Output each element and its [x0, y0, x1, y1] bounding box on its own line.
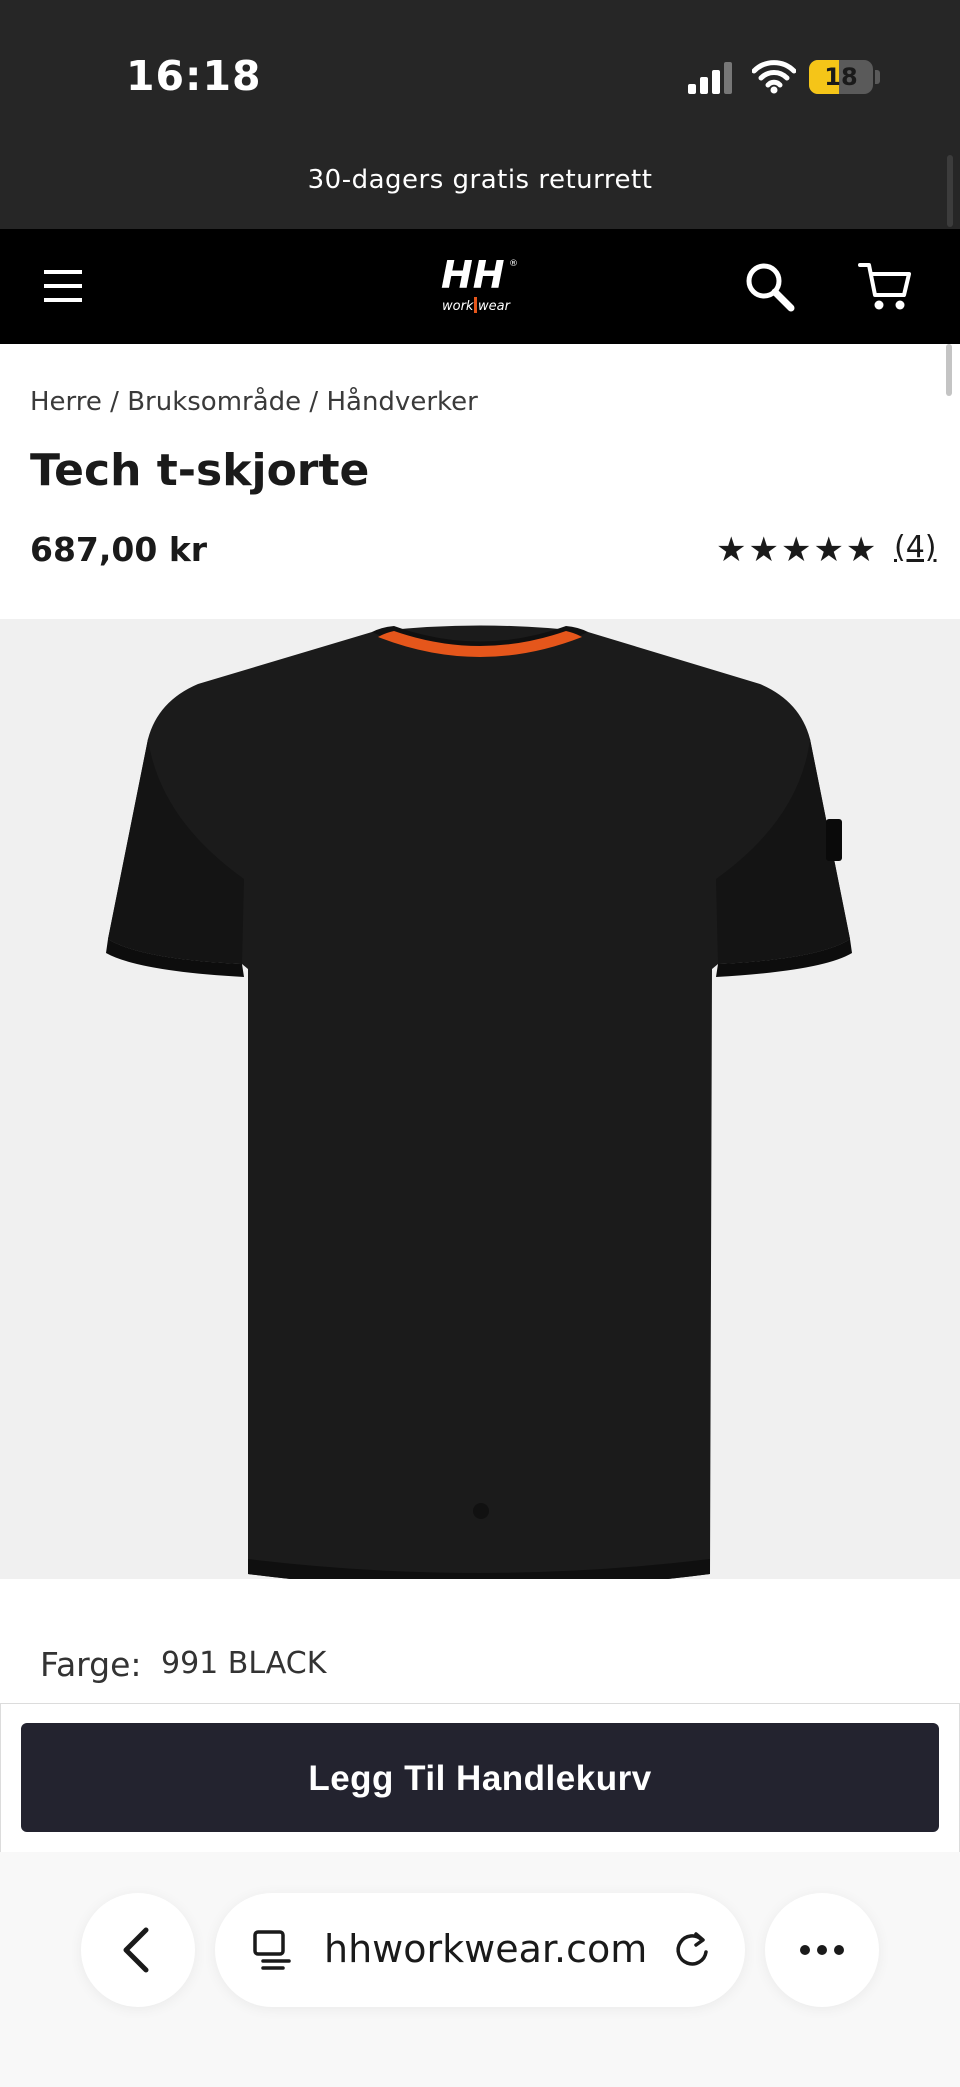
wifi-icon — [752, 60, 796, 94]
breadcrumb-separator: / — [101, 387, 128, 417]
search-icon[interactable] — [740, 259, 800, 315]
battery-icon: 18 — [809, 60, 873, 94]
svg-text:wear: wear — [478, 299, 512, 314]
breadcrumb-separator: / — [301, 387, 327, 417]
rating-stars[interactable]: ★★★★★ — [716, 530, 878, 570]
page-menu-icon — [253, 1930, 291, 1970]
product-image[interactable] — [0, 619, 960, 1589]
breadcrumb-item-handverker[interactable]: Håndverker — [326, 387, 477, 417]
svg-text:HH: HH — [441, 254, 505, 297]
battery-cap — [875, 70, 880, 84]
page-scrollbar[interactable] — [946, 344, 952, 396]
breadcrumb: Herre / Bruksområde / Håndverker — [30, 387, 478, 417]
product-title: Tech t-skjorte — [30, 445, 370, 496]
hh-workwear-logo[interactable]: HH ® work wear — [430, 254, 530, 318]
reviews-count-link[interactable]: (4) — [894, 530, 937, 565]
chevron-left-icon — [123, 1927, 149, 1973]
svg-text:®: ® — [509, 259, 518, 269]
url-text[interactable]: hhworkwear.com — [324, 1927, 647, 1971]
product-price: 687,00 kr — [30, 530, 208, 569]
site-header: HH ® work wear — [0, 229, 960, 344]
black-t-shirt-image — [106, 625, 852, 1589]
browser-more-button[interactable] — [765, 1893, 879, 2007]
add-to-cart-button[interactable]: Legg Til Handlekurv — [21, 1723, 939, 1832]
reload-icon[interactable] — [668, 1926, 716, 1974]
color-value: 991 BLACK — [161, 1646, 327, 1681]
breadcrumb-item-herre[interactable]: Herre — [30, 387, 102, 417]
battery-level: 18 — [824, 63, 858, 91]
hamburger-menu-icon[interactable] — [38, 259, 92, 313]
browser-back-button[interactable] — [81, 1893, 195, 2007]
color-label: Farge: — [40, 1645, 142, 1684]
more-options-icon — [800, 1945, 844, 1955]
image-carousel-dot[interactable] — [473, 1503, 489, 1519]
cart-icon[interactable] — [856, 259, 916, 315]
status-time: 16:18 — [126, 52, 262, 100]
svg-text:work: work — [442, 299, 474, 314]
cellular-signal-icon — [688, 62, 732, 94]
promo-banner-text[interactable]: 30-dagers gratis returrett — [0, 165, 960, 195]
breadcrumb-item-bruksomrade[interactable]: Bruksområde — [127, 387, 301, 417]
promo-scroll-indicator — [947, 155, 953, 227]
